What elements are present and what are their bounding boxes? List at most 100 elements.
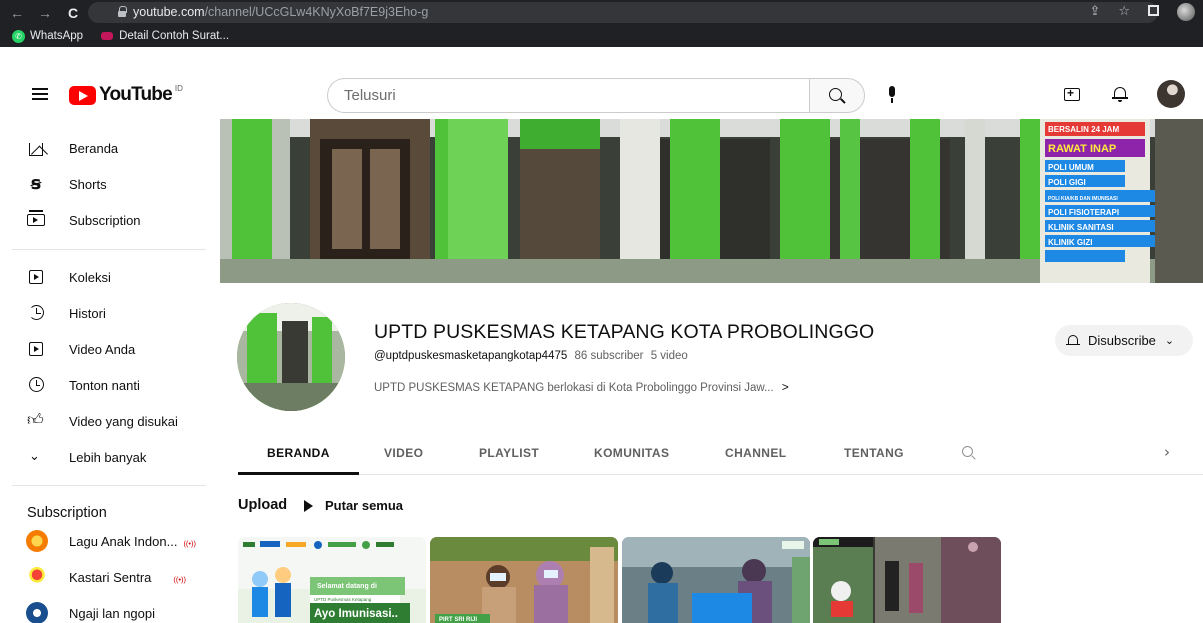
- tab-tentang[interactable]: TENTANG: [844, 446, 904, 460]
- tab-beranda[interactable]: BERANDA: [267, 446, 330, 460]
- banner-sign-text: RAWAT INAP: [1048, 143, 1116, 155]
- channel-search-icon[interactable]: [962, 446, 976, 460]
- whatsapp-icon: ✆: [12, 29, 25, 43]
- chevron-down-icon: ⌄: [1164, 334, 1175, 347]
- search-icon: [829, 88, 842, 101]
- chevron-right-icon[interactable]: ›: [1164, 443, 1170, 461]
- chevron-right-icon: >: [781, 380, 789, 394]
- active-tab-indicator: [238, 472, 359, 475]
- channel-meta: @uptdpuskesmasketapangkotap4475 86 subsc…: [374, 350, 688, 362]
- channel-avatar: [26, 530, 48, 552]
- share-icon[interactable]: ⇪: [1089, 3, 1100, 21]
- chevron-down-icon: ⌄: [29, 449, 40, 464]
- library-icon: [29, 270, 43, 284]
- channel-description[interactable]: UPTD PUSKESMAS KETAPANG berlokasi di Kot…: [374, 380, 789, 394]
- sidepanel-icon[interactable]: [1148, 5, 1159, 16]
- create-video-icon[interactable]: [1064, 86, 1080, 101]
- banner-sign-text: POLI FISIOTERAPI: [1048, 208, 1119, 217]
- banner-sign-text: KLINIK SANITASI: [1048, 223, 1114, 232]
- play-icon: [304, 499, 313, 512]
- banner-sign-text: POLI KIA/KB DAN IMUNISASI: [1048, 196, 1118, 202]
- thumbnail-text: Selamat datang di: [317, 583, 377, 590]
- subscription-section-title: Subscription: [27, 505, 107, 521]
- thumbnail-text: PIRT SRI RIJI: [439, 617, 477, 623]
- user-avatar[interactable]: [1157, 80, 1185, 108]
- banner-image: BERSALIN 24 JAM RAWAT INAP POLI UMUM POL…: [220, 119, 1203, 283]
- reload-icon[interactable]: C: [62, 5, 84, 21]
- your-videos-icon: [29, 342, 43, 356]
- sidebar-item-histori[interactable]: Histori: [0, 295, 220, 331]
- sidebar: Beranda ꞩ Shorts Subscription Koleksi Hi…: [0, 119, 220, 623]
- liked-videos-icon: 👍︎: [27, 410, 44, 429]
- sidebar-item-video-disukai[interactable]: 👍︎ Video yang disukai: [0, 403, 220, 439]
- bell-icon: [1066, 334, 1080, 348]
- video-thumbnail[interactable]: PIRT SRI RIJI: [430, 537, 618, 623]
- video-thumbnail[interactable]: Selamat datang di UPTD Puskesmas Ketapan…: [238, 537, 426, 623]
- sidebar-divider: [12, 485, 206, 486]
- banner-sign-text: KLINIK GIZI: [1048, 238, 1092, 247]
- channel-handle: @uptdpuskesmasketapangkotap4475: [374, 350, 568, 362]
- watch-later-icon: [29, 377, 44, 392]
- microphone-icon: [889, 86, 895, 97]
- video-thumbnail[interactable]: [813, 537, 1001, 623]
- search-box: [327, 78, 865, 113]
- subscriptions-icon: [27, 210, 45, 226]
- sidebar-item-lebih-banyak[interactable]: ⌄ Lebih banyak: [0, 439, 220, 475]
- home-icon: [29, 143, 43, 156]
- thumbnail-text: Ayo Imunisasi..: [314, 608, 398, 620]
- profile-avatar[interactable]: [1177, 3, 1195, 21]
- live-indicator-icon: ((•)): [173, 574, 186, 584]
- bookmark-detail-contoh-surat[interactable]: Detail Contoh Surat...: [101, 30, 229, 42]
- guide-menu-button[interactable]: [32, 88, 48, 100]
- subscription-item[interactable]: Kastari Sentra ((•)): [0, 559, 220, 595]
- sidebar-item-video-anda[interactable]: Video Anda: [0, 331, 220, 367]
- youtube-play-icon: [69, 85, 96, 105]
- bookmarks-bar: ✆ WhatsApp Detail Contoh Surat...: [0, 25, 1203, 47]
- sidebar-item-tonton-nanti[interactable]: Tonton nanti: [0, 367, 220, 403]
- banner-sign-text: BERSALIN 24 JAM: [1048, 125, 1119, 134]
- menu-icon[interactable]: [32, 41, 48, 53]
- youtube-logo[interactable]: YouTube ID: [69, 84, 183, 106]
- subscription-item[interactable]: Lagu Anak Indon... ((•)): [0, 523, 220, 559]
- search-input[interactable]: [327, 78, 809, 113]
- video-thumbnail[interactable]: [622, 537, 810, 623]
- notifications-bell-icon[interactable]: [1112, 85, 1128, 102]
- tab-channel[interactable]: CHANNEL: [725, 446, 786, 460]
- thumbnail-text: UPTD Puskesmas Ketapang: [314, 597, 372, 602]
- browser-chrome: ← → C youtube.com/channel/UCcGLw4KNyXoBf…: [0, 0, 1203, 47]
- uploads-section-title: Upload: [238, 497, 288, 513]
- sidebar-divider: [12, 249, 206, 250]
- address-bar[interactable]: youtube.com/channel/UCcGLw4KNyXoBf7E9j3E…: [88, 2, 1158, 23]
- sidebar-item-shorts[interactable]: ꞩ Shorts: [0, 166, 220, 202]
- shorts-icon: ꞩ: [30, 173, 42, 194]
- subscription-item[interactable]: Ngaji lan ngopi: [0, 595, 220, 623]
- voice-search-button[interactable]: [880, 83, 904, 107]
- sidebar-item-beranda[interactable]: Beranda: [0, 130, 220, 166]
- bookmark-favicon: [101, 32, 114, 40]
- unsubscribe-button[interactable]: Disubscribe ⌄: [1055, 325, 1193, 356]
- history-icon: [29, 305, 44, 320]
- tab-komunitas[interactable]: KOMUNITAS: [594, 446, 669, 460]
- channel-name: UPTD PUSKESMAS KETAPANG KOTA PROBOLINGGO: [374, 321, 875, 343]
- tab-playlist[interactable]: PLAYLIST: [479, 446, 539, 460]
- live-indicator-icon: ((•)): [183, 538, 197, 548]
- tab-video[interactable]: VIDEO: [384, 446, 423, 460]
- sidebar-item-subscription[interactable]: Subscription: [0, 202, 220, 238]
- banner-sign-text: POLI GIGI: [1048, 178, 1086, 187]
- search-button[interactable]: [809, 78, 865, 113]
- channel-avatar: [237, 303, 345, 411]
- video-count: 5 video: [650, 350, 688, 362]
- bookmark-star-icon[interactable]: ☆: [1118, 3, 1130, 21]
- sidebar-item-koleksi[interactable]: Koleksi: [0, 259, 220, 295]
- play-all-button[interactable]: Putar semua: [304, 498, 403, 513]
- url-text[interactable]: youtube.com/channel/UCcGLw4KNyXoBf7E9j3E…: [133, 5, 428, 19]
- banner-sign-text: POLI UMUM: [1048, 163, 1094, 172]
- channel-tabs: BERANDA VIDEO PLAYLIST KOMUNITAS CHANNEL…: [238, 434, 1203, 475]
- forward-icon[interactable]: →: [34, 5, 56, 21]
- channel-banner: BERSALIN 24 JAM RAWAT INAP POLI UMUM POL…: [220, 119, 1203, 283]
- subscriber-count: 86 subscriber: [574, 350, 644, 362]
- channel-avatar: [26, 566, 48, 588]
- channel-avatar: [26, 602, 48, 623]
- back-icon[interactable]: ←: [6, 5, 28, 21]
- lock-icon[interactable]: [118, 6, 127, 17]
